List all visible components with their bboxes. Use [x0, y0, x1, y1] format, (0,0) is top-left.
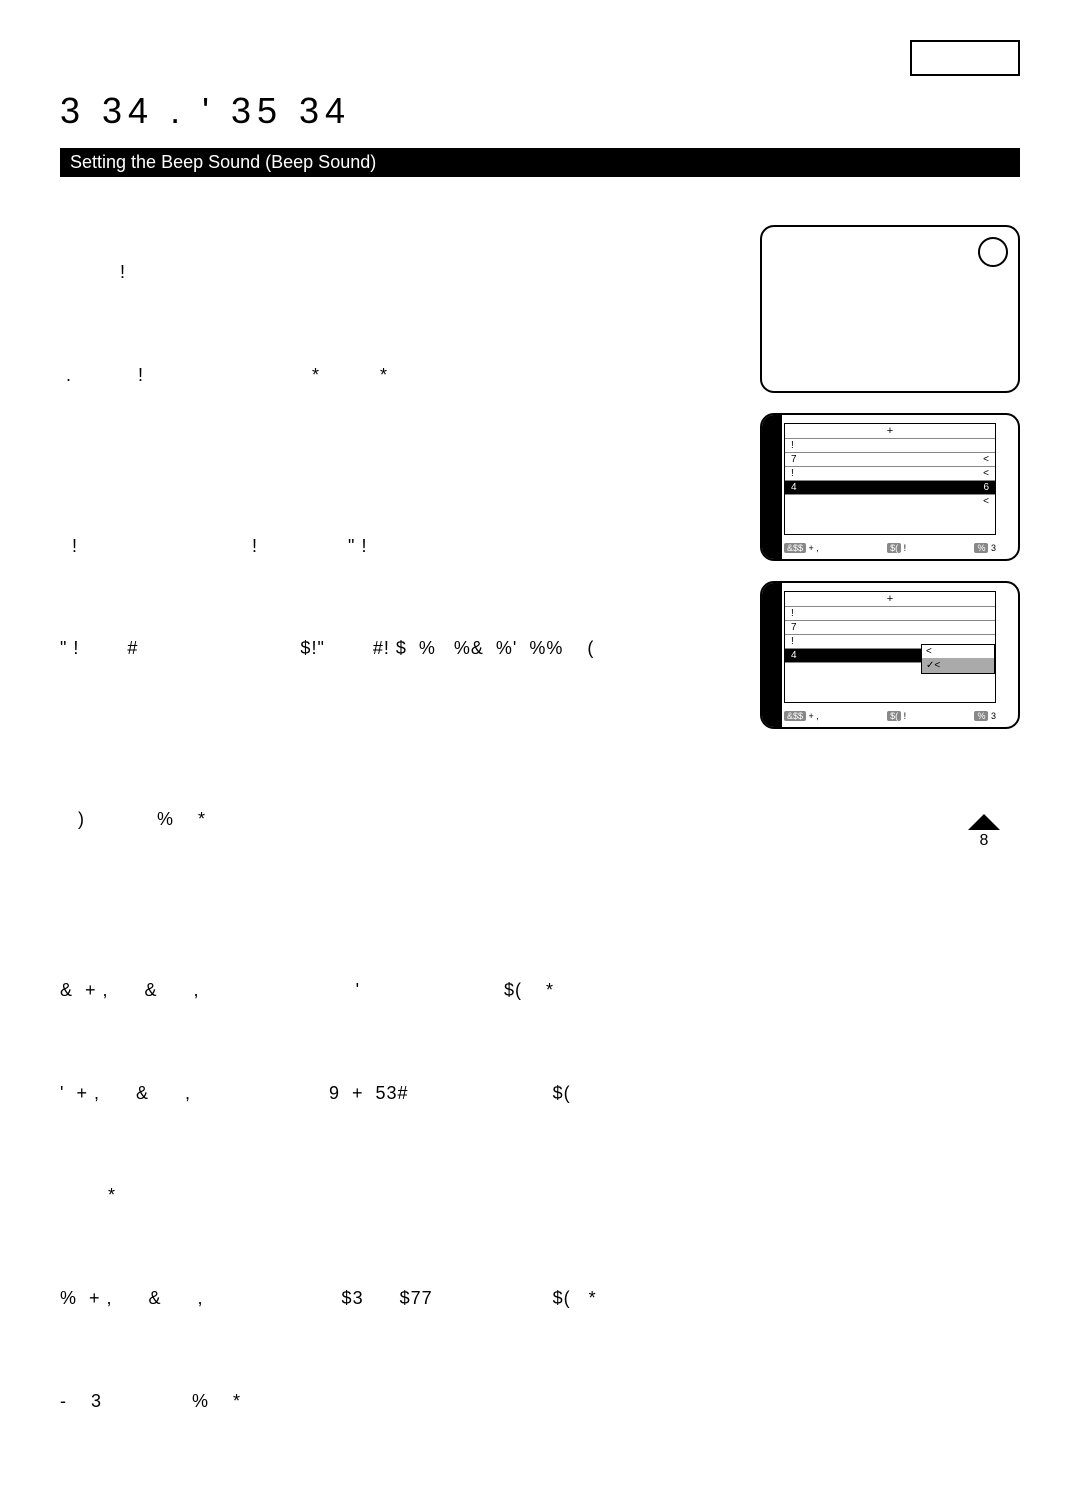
- page: 3 34 . ' 35 34 Setting the Beep Sound (B…: [0, 0, 1080, 886]
- body-line: ' + , & , 9 + 53# $(: [60, 1076, 1020, 1110]
- submenu-row: <: [922, 645, 994, 659]
- footer-pill: &$$: [784, 543, 806, 553]
- chapter-title: 3 34 . ' 35 34: [60, 90, 1020, 132]
- screen-blank: [760, 225, 1020, 393]
- menu-inner: + ! 7< !< 46 <: [784, 423, 996, 535]
- footer-pill: %: [974, 543, 988, 553]
- page-triangle-icon: [968, 814, 1000, 830]
- menu-row-left: !: [791, 440, 794, 451]
- menu-footer: &$$ + , $( ! % 3: [784, 543, 996, 553]
- menu-row: 7<: [785, 452, 995, 466]
- menu-row-right: <: [983, 454, 989, 465]
- menu-row: !: [785, 438, 995, 452]
- menu-row-left: 4: [791, 482, 797, 493]
- menu-row: 7: [785, 620, 995, 634]
- page-number: 8: [968, 832, 1000, 850]
- menu-left-tab: [762, 583, 782, 727]
- submenu-popup: < ✓<: [921, 644, 995, 674]
- body-line: *: [60, 1178, 1020, 1212]
- power-button-icon: [978, 237, 1008, 267]
- body-line: & + , & , ' $( *: [60, 973, 1020, 1007]
- menu-inner: + ! 7 ! 4 < ✓<: [784, 591, 996, 703]
- footer-text: 3: [991, 543, 996, 553]
- body-line: - 3 % *: [60, 1384, 1020, 1418]
- menu-title: +: [785, 592, 995, 606]
- body-line: % + , & , $3 $77 $( *: [60, 1281, 1020, 1315]
- footer-text: + ,: [809, 711, 819, 721]
- menu-row-left: 7: [791, 622, 797, 633]
- menu-row-left: !: [791, 468, 794, 479]
- footer-pill: %: [974, 711, 988, 721]
- menu-row: !: [785, 606, 995, 620]
- illustration-column: & + ! 7< !< 46 < &$$ + , $( ! % 3 % + !: [760, 225, 1020, 729]
- menu-panel-6: % + ! 7 ! 4 < ✓< &$$ + , $( ! % 3: [760, 581, 1020, 729]
- body-line: ) % *: [60, 802, 1020, 836]
- menu-row-left: !: [791, 608, 794, 619]
- page-number-marker: 8: [968, 814, 1000, 846]
- menu-panel-4: & + ! 7< !< 46 < &$$ + , $( ! % 3: [760, 413, 1020, 561]
- footer-pill: &$$: [784, 711, 806, 721]
- menu-row-right: 6: [983, 482, 989, 493]
- menu-footer: &$$ + , $( ! % 3: [784, 711, 996, 721]
- menu-row-right: <: [983, 468, 989, 479]
- menu-row: !<: [785, 466, 995, 480]
- footer-text: 3: [991, 711, 996, 721]
- menu-row-left: 7: [791, 454, 797, 465]
- menu-row: <: [785, 494, 995, 508]
- footer-text: + ,: [809, 543, 819, 553]
- menu-row-left: !: [791, 636, 794, 647]
- menu-row-right: <: [983, 496, 989, 507]
- menu-left-tab: [762, 415, 782, 559]
- footer-pill: $(: [887, 543, 901, 553]
- menu-title: +: [785, 424, 995, 438]
- menu-row-left: 4: [791, 650, 797, 661]
- footer-text: !: [904, 543, 907, 553]
- menu-row-selected: 46: [785, 480, 995, 494]
- footer-pill: $(: [887, 711, 901, 721]
- language-box: [910, 40, 1020, 76]
- submenu-row-selected: ✓<: [922, 659, 994, 673]
- section-heading-bar: Setting the Beep Sound (Beep Sound): [60, 148, 1020, 177]
- footer-text: !: [904, 711, 907, 721]
